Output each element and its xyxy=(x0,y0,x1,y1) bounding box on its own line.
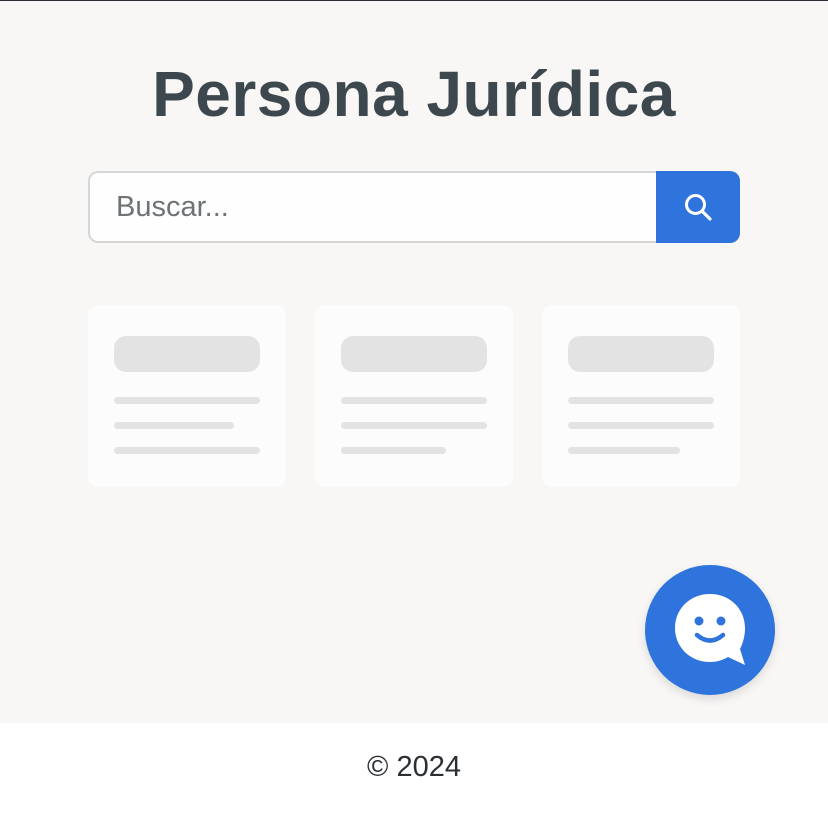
skeleton-card xyxy=(542,305,740,487)
skeleton-line xyxy=(568,447,680,454)
skeleton-line xyxy=(114,447,260,454)
skeleton-line xyxy=(114,422,234,429)
copyright-text: © 2024 xyxy=(367,751,461,783)
skeleton-heading xyxy=(341,336,487,372)
search-icon xyxy=(685,194,712,221)
skeleton-heading xyxy=(114,336,260,372)
skeleton-card xyxy=(88,305,286,487)
search-input[interactable] xyxy=(88,171,656,243)
chat-smiley-icon xyxy=(675,594,745,665)
main-content: Persona Jurídica xyxy=(0,1,828,723)
skeleton-card xyxy=(315,305,513,487)
search-button[interactable] xyxy=(656,171,740,243)
skeleton-line xyxy=(568,397,714,404)
skeleton-line xyxy=(341,447,446,454)
chat-button[interactable] xyxy=(645,565,775,695)
skeleton-heading xyxy=(568,336,714,372)
skeleton-line xyxy=(341,422,487,429)
skeleton-line xyxy=(114,397,260,404)
footer: © 2024 xyxy=(0,723,828,815)
page-title: Persona Jurídica xyxy=(152,58,676,130)
skeleton-line xyxy=(568,422,714,429)
search-bar xyxy=(88,171,740,243)
skeleton-line xyxy=(341,397,487,404)
